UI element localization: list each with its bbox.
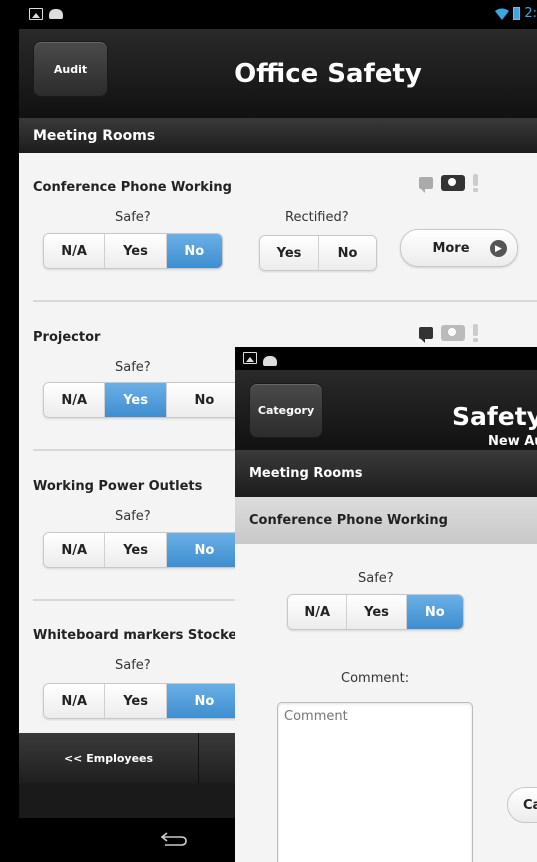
android-icon (263, 356, 277, 366)
safe-no-button[interactable]: No (166, 234, 222, 268)
safe-label: Safe? (358, 571, 394, 586)
item-title: Conference Phone Working (33, 180, 232, 195)
safe-segmented-control: N/A Yes No (43, 382, 243, 418)
safe-no-button[interactable]: No (166, 383, 242, 417)
app-header: Audit Office Safety (19, 29, 537, 118)
battery-icon (513, 7, 521, 20)
camera-icon[interactable] (441, 175, 465, 191)
cancel-button[interactable]: Ca (507, 787, 537, 823)
exclamation-icon[interactable] (473, 324, 478, 342)
item-title: Projector (33, 330, 101, 345)
safe-na-button[interactable]: N/A (44, 684, 106, 718)
safe-label: Safe? (115, 210, 151, 225)
item-header: Conference Phone Working (235, 497, 537, 544)
safe-no-button[interactable]: No (166, 684, 242, 718)
safe-label: Safe? (115, 658, 151, 673)
safe-no-button[interactable]: No (406, 595, 463, 629)
comment-icon[interactable] (419, 327, 433, 343)
camera-icon[interactable] (441, 325, 465, 341)
overlay-subtitle: New Au (488, 434, 537, 449)
safe-yes-button[interactable]: Yes (105, 684, 167, 718)
section-header: Meeting Rooms (19, 118, 537, 153)
safe-segmented-control: N/A Yes No (43, 532, 243, 568)
safe-segmented-control: N/A Yes No (43, 683, 243, 719)
android-icon (49, 9, 63, 19)
gallery-icon (243, 352, 257, 364)
safe-segmented-control: N/A Yes No (43, 233, 223, 269)
arrow-right-icon: ▶ (490, 240, 507, 257)
safe-segmented-control: N/A Yes No (287, 594, 464, 630)
overlay-title: Safety (452, 402, 537, 431)
safe-no-button[interactable]: No (166, 533, 242, 567)
employees-button[interactable]: << Employees (19, 733, 199, 783)
status-bar: 2: (19, 0, 537, 29)
rectified-segmented-control: Yes No (259, 235, 377, 271)
more-label: More (432, 240, 470, 256)
safe-na-button[interactable]: N/A (44, 533, 106, 567)
item-title: Whiteboard markers Stocked (33, 628, 247, 643)
comment-field[interactable] (277, 702, 473, 862)
safe-yes-button[interactable]: Yes (105, 234, 167, 268)
category-button[interactable]: Category (249, 383, 323, 438)
status-bar (235, 347, 537, 370)
divider (33, 300, 537, 302)
safe-yes-button[interactable]: Yes (105, 533, 167, 567)
safe-na-button[interactable]: N/A (44, 383, 106, 417)
exclamation-icon[interactable] (473, 174, 478, 192)
safe-label: Safe? (115, 509, 151, 524)
section-header: Meeting Rooms (235, 450, 537, 497)
safe-na-button[interactable]: N/A (44, 234, 106, 268)
page-title: Office Safety (234, 59, 422, 89)
item-title: Working Power Outlets (33, 479, 203, 494)
comment-icon[interactable] (419, 177, 433, 193)
more-button[interactable]: More ▶ (400, 229, 518, 267)
wifi-icon (495, 8, 510, 20)
comment-label: Comment: (341, 671, 410, 686)
safe-na-button[interactable]: N/A (288, 595, 348, 629)
back-icon[interactable] (161, 832, 187, 846)
gallery-icon (29, 8, 43, 20)
rectified-no-button[interactable]: No (318, 236, 376, 270)
rectified-yes-button[interactable]: Yes (260, 236, 319, 270)
status-time: 2: (524, 6, 537, 21)
overlay-header: Category Safety New Au (235, 370, 537, 450)
safe-yes-button[interactable]: Yes (347, 595, 407, 629)
safe-yes-button[interactable]: Yes (105, 383, 167, 417)
rectified-label: Rectified? (285, 210, 349, 225)
safe-label: Safe? (115, 360, 151, 375)
overlay-screen: Category Safety New Au Meeting Rooms Con… (235, 347, 537, 862)
